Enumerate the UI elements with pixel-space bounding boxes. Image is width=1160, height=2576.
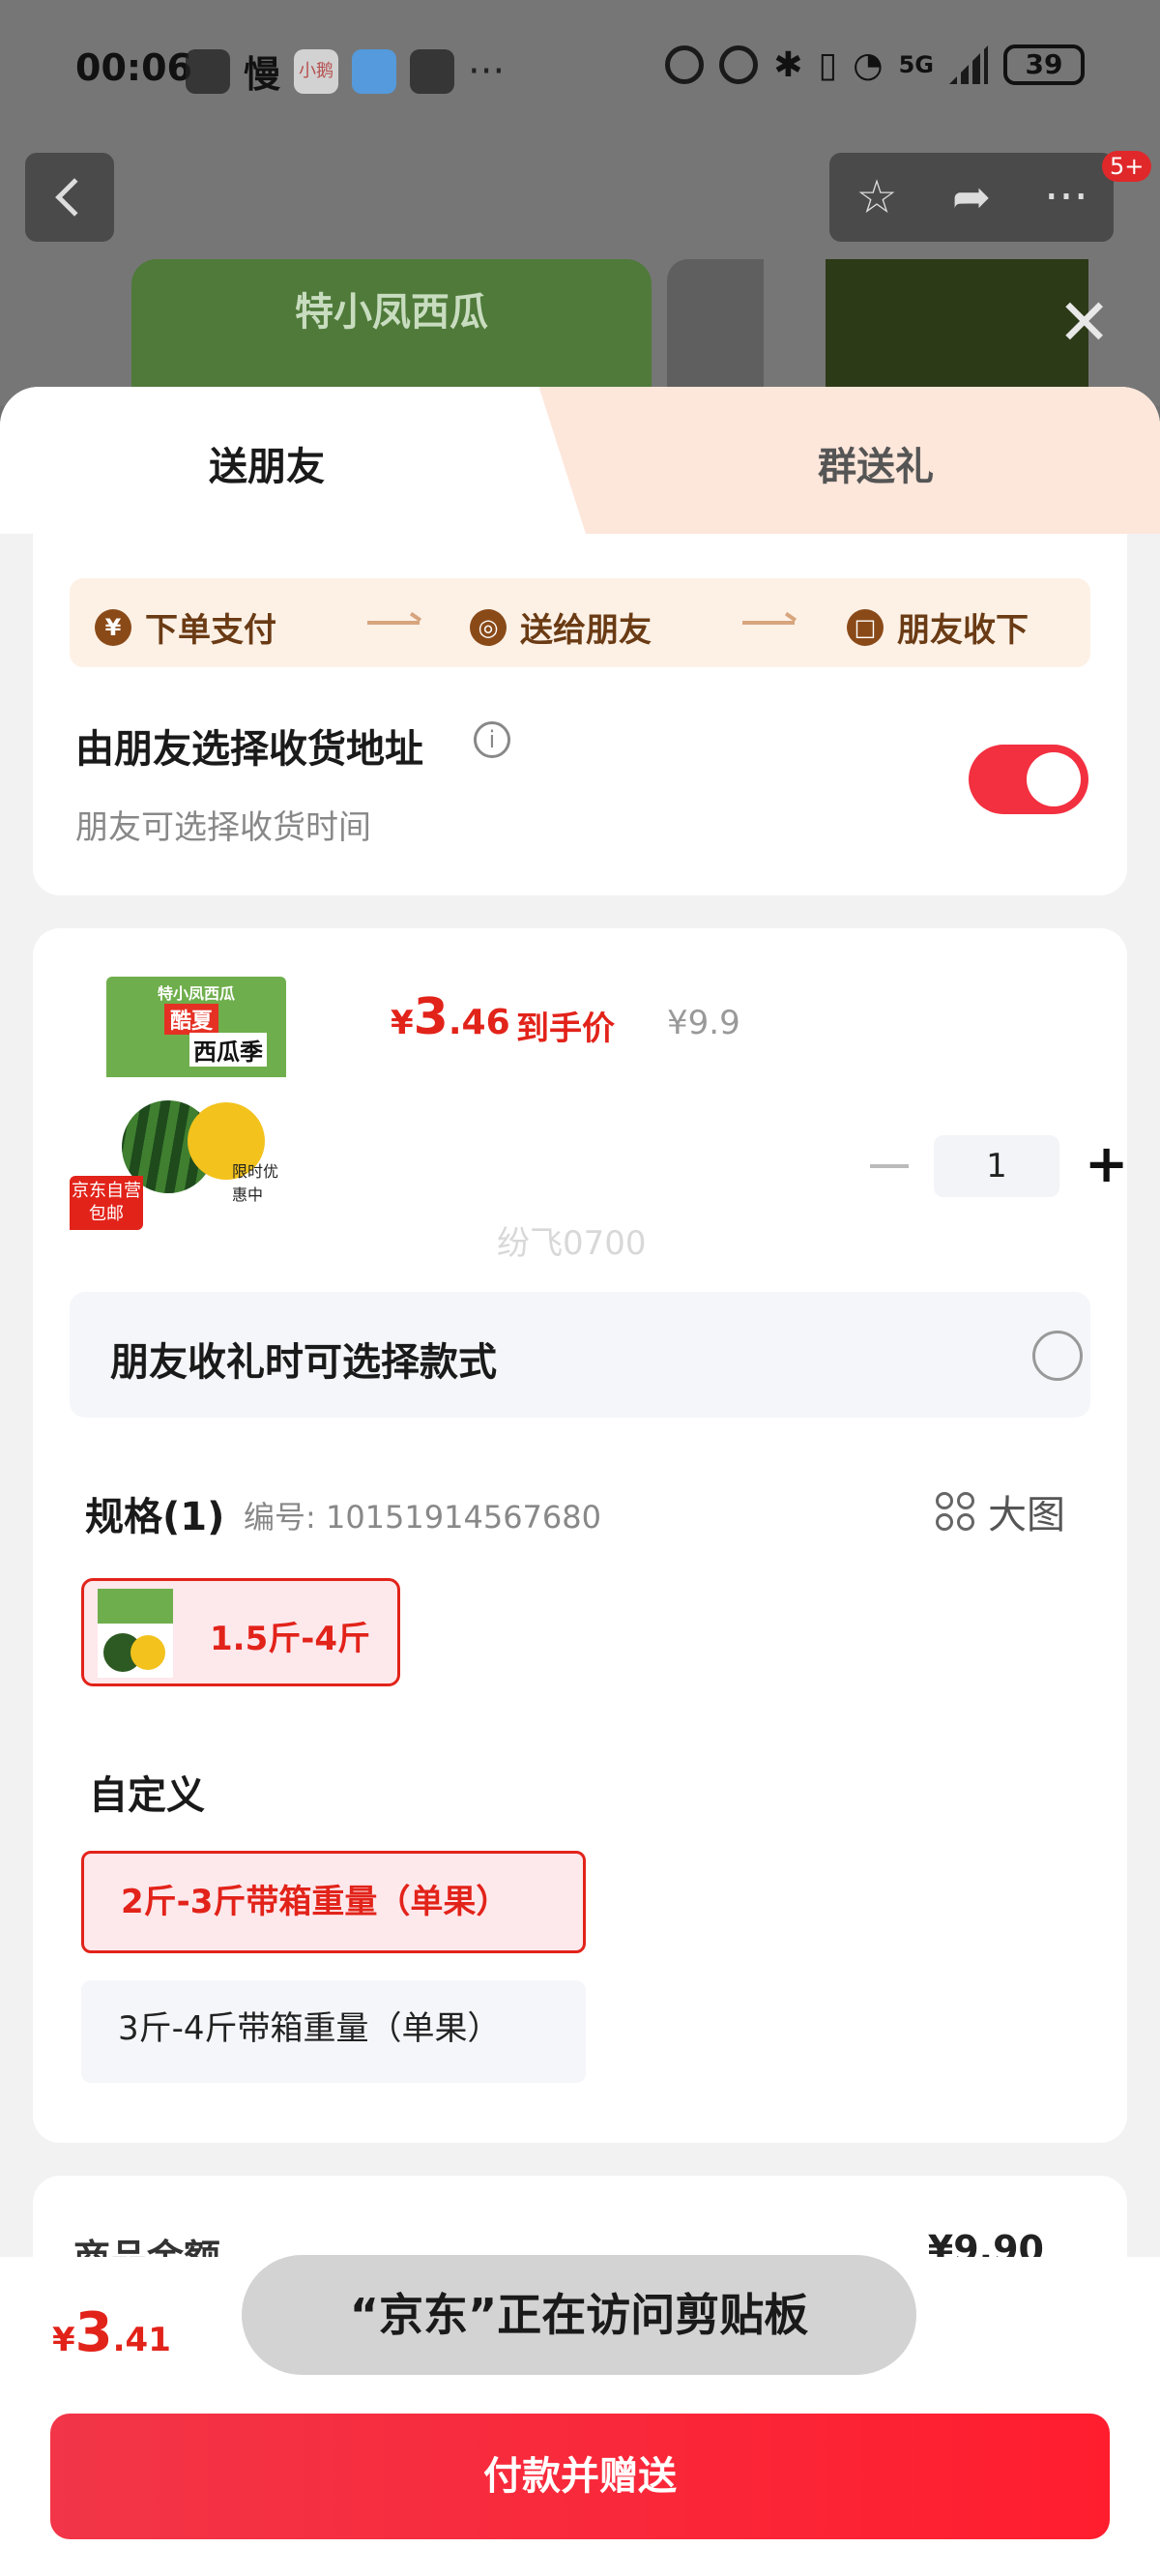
app-icon: 小鹅 xyxy=(294,48,339,94)
screen: 00:06 慢 小鹅 ··· ✱ ▯ ◔ 5G 39 ☆ ➦ ··· 5+ 特小… xyxy=(0,0,1160,2576)
wechat-icon xyxy=(186,48,230,94)
custom-option-1[interactable]: 2斤-3斤带箱重量（单果） xyxy=(81,1851,586,1953)
spec-title: 规格(1) xyxy=(85,1495,225,1539)
quantity-increase-button[interactable]: + xyxy=(1085,1135,1128,1197)
thumb-season-label: 西瓜季 xyxy=(189,1033,267,1067)
slow-app-icon: 慢 xyxy=(244,53,281,96)
wifi-icon: ◔ xyxy=(853,44,884,85)
clipboard-toast: “京东”正在访问剪贴板 xyxy=(242,2255,916,2375)
tab-bar: 送朋友 群送礼 xyxy=(0,387,1160,534)
step-send: ◎ 送给朋友 xyxy=(470,603,652,651)
banner-card-secondary xyxy=(667,259,764,404)
arrow-icon xyxy=(367,621,420,625)
price-currency: ¥ xyxy=(391,1004,414,1042)
big-picture-label: 大图 xyxy=(988,1493,1065,1537)
original-price: ¥9.9 xyxy=(667,1004,740,1042)
custom-title: 自定义 xyxy=(89,1773,205,1818)
arrow-icon xyxy=(742,621,795,625)
total-price: ¥3.41 xyxy=(52,2301,171,2364)
thumb-promo-label: 限时优惠中 xyxy=(232,1162,279,1204)
grid-icon xyxy=(936,1492,974,1531)
bluetooth-icon: ✱ xyxy=(773,44,803,85)
choose-style-label: 朋友收礼时可选择款式 xyxy=(110,1340,497,1385)
weather-icon xyxy=(352,48,397,94)
gift-sheet: 送朋友 群送礼 ¥ 下单支付 ◎ 送给朋友 □ 朋友收下 由朋友选择收货地址 i… xyxy=(0,387,1160,2576)
banner-image xyxy=(826,259,1088,404)
quantity-decrease-button[interactable] xyxy=(870,1164,909,1168)
status-bar: 00:06 慢 小鹅 ··· ✱ ▯ ◔ 5G 39 xyxy=(0,39,1160,102)
top-action-group: ☆ ➦ ··· xyxy=(829,153,1114,242)
message-badge: 5+ xyxy=(1102,151,1152,182)
address-option-title: 由朋友选择收货地址 xyxy=(75,727,423,772)
price-decimal: .46 xyxy=(448,1003,510,1042)
pay-and-gift-button[interactable]: 付款并赠送 xyxy=(50,2414,1110,2539)
big-picture-button[interactable]: 大图 xyxy=(936,1483,1065,1539)
total-decimal: .41 xyxy=(112,2321,171,2359)
current-price: ¥3.46 xyxy=(391,988,510,1046)
signal-icon xyxy=(949,45,988,84)
network-type: 5G xyxy=(898,51,934,78)
watermark: 纷飞0700 xyxy=(497,1224,647,1263)
product-card: 特小凤西瓜 酷夏 西瓜季 限时优惠中 京东自营包邮 ¥3.46 到手价 ¥9.9… xyxy=(33,928,1128,2143)
tab-group-gift[interactable]: 群送礼 xyxy=(818,435,934,491)
yen-icon: ¥ xyxy=(95,608,131,646)
price-label: 到手价 xyxy=(516,1010,615,1048)
gift-settings-card: ¥ 下单支付 ◎ 送给朋友 □ 朋友收下 由朋友选择收货地址 i 朋友可选择收货… xyxy=(33,534,1127,895)
step-label: 送给朋友 xyxy=(520,611,652,650)
choose-style-option[interactable]: 朋友收礼时可选择款式 xyxy=(70,1292,1090,1418)
battery-icon: 39 xyxy=(1003,44,1085,85)
status-time: 00:06 xyxy=(75,46,192,89)
vibrate-icon: ▯ xyxy=(818,44,838,85)
status-system-icons: ✱ ▯ ◔ 5G 39 xyxy=(665,44,1085,85)
step-pay: ¥ 下单支付 xyxy=(95,603,276,651)
total-currency: ¥ xyxy=(52,2321,75,2359)
info-icon[interactable]: i xyxy=(474,721,510,758)
gift-steps: ¥ 下单支付 ◎ 送给朋友 □ 朋友收下 xyxy=(70,578,1090,667)
hand-icon xyxy=(410,48,455,94)
close-icon[interactable]: ✕ xyxy=(1058,291,1111,355)
gift-icon: □ xyxy=(847,608,884,646)
address-option-subtitle: 朋友可选择收货时间 xyxy=(75,808,371,847)
more-notifications-icon: ··· xyxy=(468,48,506,94)
thumb-title: 特小凤西瓜 xyxy=(157,984,235,1003)
back-button[interactable] xyxy=(25,153,114,242)
step-label: 朋友收下 xyxy=(897,611,1029,650)
spec-thumbnail xyxy=(98,1589,173,1678)
address-toggle[interactable] xyxy=(969,745,1088,814)
tab-send-friend[interactable]: 送朋友 xyxy=(209,435,325,491)
status-notification-icons: 慢 小鹅 ··· xyxy=(186,44,505,98)
step-label: 下单支付 xyxy=(145,611,276,650)
chevron-left-icon xyxy=(55,178,94,217)
quantity-input[interactable]: 1 xyxy=(934,1135,1059,1197)
step-receive: □ 朋友收下 xyxy=(847,603,1029,651)
share-icon[interactable]: ➦ xyxy=(942,168,1000,226)
alarm-icon xyxy=(719,45,759,84)
jd-free-shipping-tag: 京东自营包邮 xyxy=(70,1176,143,1230)
custom-option-2[interactable]: 3斤-4斤带箱重量（单果） xyxy=(81,1980,586,2083)
banner-title: 特小凤西瓜 xyxy=(295,290,488,335)
total-integer: 3 xyxy=(74,2301,113,2364)
thumb-header: 特小凤西瓜 酷夏 西瓜季 xyxy=(106,977,286,1077)
eye-icon xyxy=(665,45,705,84)
star-icon[interactable]: ☆ xyxy=(848,168,906,226)
spec-option-chip[interactable]: 1.5斤-4斤 xyxy=(81,1578,400,1686)
choose-style-radio[interactable] xyxy=(1032,1331,1083,1381)
wechat-icon: ◎ xyxy=(470,608,507,646)
more-icon[interactable]: ··· xyxy=(1037,168,1095,226)
spec-code: 编号: 10151914567680 xyxy=(244,1499,601,1536)
price-integer: 3 xyxy=(413,988,449,1046)
spec-option-label: 1.5斤-4斤 xyxy=(210,1620,370,1658)
thumb-cool-label: 酷夏 xyxy=(164,1004,219,1035)
